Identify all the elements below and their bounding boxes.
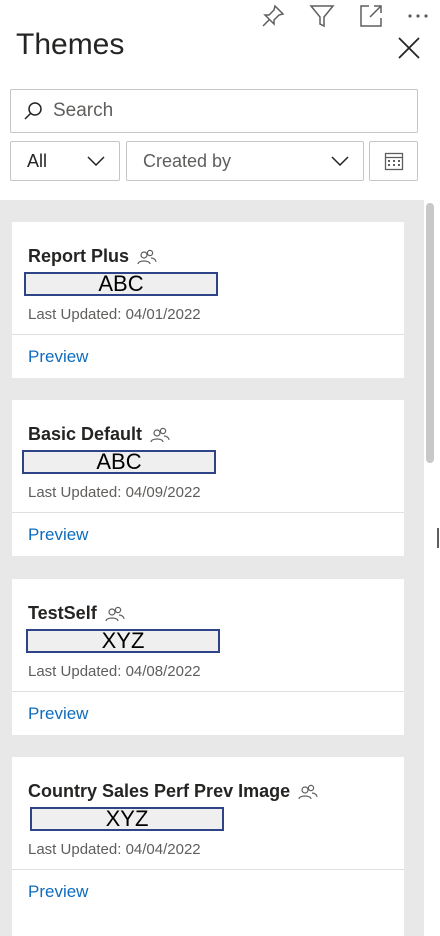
shared-people-icon [137, 249, 157, 265]
pane-title: Themes [16, 28, 125, 61]
preview-link[interactable]: Preview [28, 882, 88, 902]
divider [12, 869, 404, 870]
preview-link[interactable]: Preview [28, 704, 88, 724]
date-filter-button[interactable] [369, 141, 418, 181]
divider [12, 512, 404, 513]
themes-list: Report Plus ABC Last Updated: 04/01/2022… [0, 200, 424, 936]
theme-name-row: Basic Default [28, 424, 170, 445]
more-options-icon[interactable] [404, 2, 432, 30]
author-name: ABC [22, 450, 216, 474]
chevron-down-icon [331, 156, 349, 166]
pane-resize-handle[interactable] [437, 528, 439, 548]
preview-link[interactable]: Preview [28, 347, 88, 367]
author-name: XYZ [26, 629, 220, 653]
shared-people-icon [298, 784, 318, 800]
theme-name-row: Country Sales Perf Prev Image [28, 781, 318, 802]
divider [12, 334, 404, 335]
filter-icon[interactable] [308, 2, 336, 30]
author-name: ABC [24, 272, 218, 296]
last-updated: Last Updated: 04/04/2022 [28, 841, 201, 858]
type-filter-dropdown[interactable]: All [10, 141, 120, 181]
theme-card[interactable]: Basic Default ABC Last Updated: 04/09/20… [12, 400, 404, 556]
created-by-placeholder: Created by [143, 150, 232, 171]
last-updated: Last Updated: 04/09/2022 [28, 484, 201, 501]
scrollbar-thumb[interactable] [426, 203, 434, 463]
type-filter-value: All [27, 150, 48, 171]
theme-name-row: TestSelf [28, 603, 125, 624]
theme-card[interactable]: Report Plus ABC Last Updated: 04/01/2022… [12, 222, 404, 378]
theme-name: Country Sales Perf Prev Image [28, 781, 291, 801]
pane-toolbar [0, 0, 440, 30]
theme-name: Report Plus [28, 246, 130, 266]
theme-card[interactable]: Country Sales Perf Prev Image XYZ Last U… [12, 757, 404, 936]
divider [12, 691, 404, 692]
shared-people-icon [150, 427, 170, 443]
focus-mode-icon[interactable] [357, 2, 385, 30]
close-icon [398, 37, 420, 59]
created-by-dropdown[interactable]: Created by [126, 141, 364, 181]
last-updated: Last Updated: 04/01/2022 [28, 306, 201, 323]
theme-card[interactable]: TestSelf XYZ Last Updated: 04/08/2022 Pr… [12, 579, 404, 735]
close-button[interactable] [394, 33, 424, 63]
theme-name: Basic Default [28, 424, 143, 444]
preview-link[interactable]: Preview [28, 525, 88, 545]
pin-icon[interactable] [259, 2, 287, 30]
calendar-icon [384, 152, 403, 171]
theme-name: TestSelf [28, 603, 97, 623]
theme-name-row: Report Plus [28, 246, 157, 267]
chevron-down-icon [87, 156, 105, 166]
search-box[interactable] [10, 89, 418, 133]
search-icon [24, 102, 42, 120]
search-input[interactable] [51, 99, 391, 123]
author-name: XYZ [30, 807, 224, 831]
last-updated: Last Updated: 04/08/2022 [28, 663, 201, 680]
shared-people-icon [105, 606, 125, 622]
